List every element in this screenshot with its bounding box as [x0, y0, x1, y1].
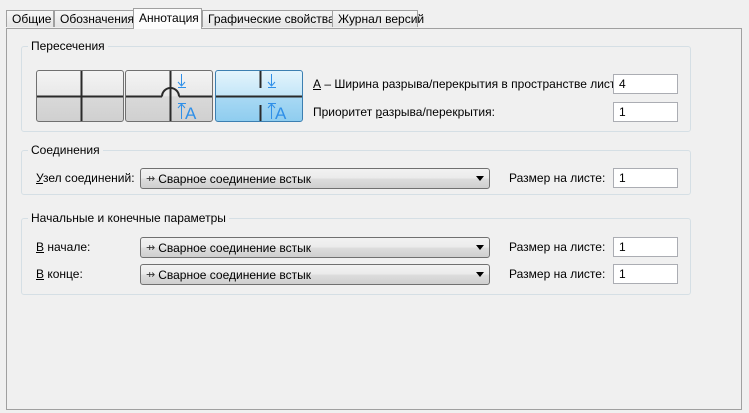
endpoints-group: Начальные и конечные параметры В начале:… [21, 211, 691, 295]
gap-width-input[interactable] [613, 74, 678, 94]
start-label: В начале: [36, 240, 91, 254]
jump-over-icon: A [126, 71, 212, 122]
node-dropdown[interactable]: ⇸ Сварное соединение встык [140, 168, 490, 189]
tab-version-history[interactable]: Журнал версий [332, 10, 424, 27]
plain-crossing-button[interactable] [36, 70, 124, 122]
chevron-down-icon[interactable] [476, 272, 484, 277]
node-label: Узел соединений: [36, 171, 135, 185]
node-size-label: Размер на листе: [509, 171, 606, 185]
start-size-input[interactable] [613, 237, 678, 257]
node-size-input[interactable] [613, 168, 678, 188]
connections-group: Соединения Узел соединений: ⇸ Сварное со… [21, 143, 691, 195]
end-dropdown[interactable]: ⇸ Сварное соединение встык [140, 264, 490, 285]
connections-legend: Соединения [31, 143, 100, 157]
gap-break-icon: A [216, 71, 302, 122]
end-size-input[interactable] [613, 264, 678, 284]
icon-letter: A [275, 104, 287, 122]
tab-designations[interactable]: Обозначения [54, 10, 134, 27]
start-size-label: Размер на листе: [509, 240, 606, 254]
tab-graphic-properties[interactable]: Графические свойства [202, 10, 335, 27]
tab-annotation[interactable]: Аннотация [133, 8, 202, 29]
gap-break-button[interactable]: A [215, 70, 303, 122]
start-value: Сварное соединение встык [158, 240, 311, 255]
priority-label: Приоритет разрыва/перекрытия: [313, 105, 495, 119]
node-value: Сварное соединение встык [158, 171, 311, 186]
end-label: В конце: [36, 267, 83, 281]
intersections-legend: Пересечения [31, 39, 105, 53]
jump-over-button[interactable]: A [125, 70, 213, 122]
intersections-group: Пересечения A A А – Ширина разрыва/перек… [21, 39, 691, 132]
endpoints-legend: Начальные и конечные параметры [31, 211, 226, 225]
chevron-down-icon[interactable] [476, 176, 484, 181]
icon-letter: A [185, 104, 197, 122]
weld-symbol-icon: ⇸ [146, 173, 156, 185]
end-value: Сварное соединение встык [158, 267, 311, 282]
weld-symbol-icon: ⇸ [146, 242, 156, 254]
tab-general[interactable]: Общие [6, 10, 54, 27]
weld-symbol-icon: ⇸ [146, 269, 156, 281]
priority-input[interactable] [613, 102, 678, 122]
chevron-down-icon[interactable] [476, 245, 484, 250]
end-size-label: Размер на листе: [509, 267, 606, 281]
gap-width-label: А – Ширина разрыва/перекрытия в простран… [313, 77, 626, 91]
plain-crossing-icon [37, 71, 123, 121]
start-dropdown[interactable]: ⇸ Сварное соединение встык [140, 237, 490, 258]
tab-page: Пересечения A A А – Ширина разрыва/перек… [6, 28, 742, 410]
